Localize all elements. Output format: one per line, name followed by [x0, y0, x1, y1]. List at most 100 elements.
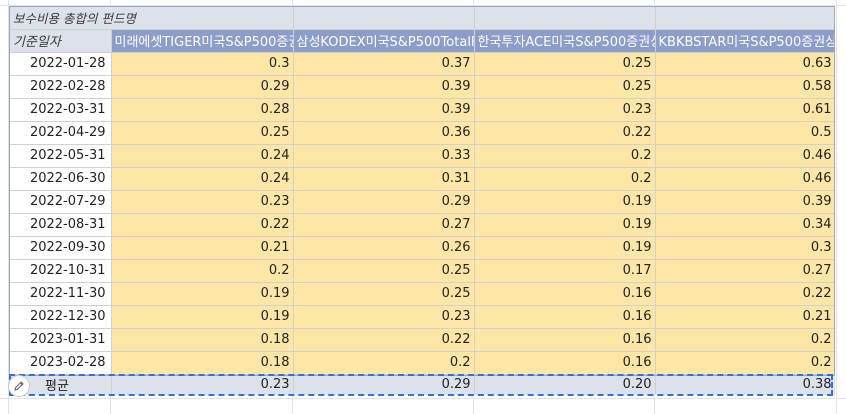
date-cell[interactable]: 2022-03-31 [9, 98, 112, 122]
value-cell[interactable]: 0.25 [474, 52, 656, 76]
date-cell[interactable]: 2022-01-28 [9, 52, 112, 76]
value-cell[interactable]: 0.63 [655, 52, 835, 76]
value-cell[interactable]: 0.16 [474, 282, 656, 306]
pivot-header-row: 기준일자 미래에셋TIGER미국S&P500증권상장지수투자신탁(주식) 삼성K… [9, 29, 835, 53]
value-cell[interactable]: 0.24 [111, 167, 294, 191]
value-cell[interactable]: 0.27 [293, 213, 475, 237]
fund-header-3[interactable]: 한국투자ACE미국S&P500증권상장지수투자신탁(주식) [474, 29, 656, 53]
value-cell[interactable]: 0.22 [474, 121, 656, 145]
value-cell[interactable]: 0.16 [474, 351, 656, 375]
value-cell[interactable]: 0.23 [111, 190, 294, 214]
value-cell[interactable]: 0.61 [655, 98, 835, 122]
value-cell[interactable]: 0.17 [474, 259, 656, 283]
value-cell[interactable]: 0.23 [293, 305, 475, 329]
value-cell[interactable]: 0.31 [293, 167, 475, 191]
table-row: 2022-09-30 0.21 0.26 0.19 0.3 [9, 236, 835, 260]
table-row: 2022-10-31 0.2 0.25 0.17 0.27 [9, 259, 835, 283]
grid-line [836, 0, 837, 414]
value-cell[interactable]: 0.2 [474, 167, 656, 191]
value-cell[interactable]: 0.22 [111, 213, 294, 237]
value-cell[interactable]: 0.34 [655, 213, 835, 237]
spreadsheet: 보수비용 총합의 펀드명 기준일자 미래에셋TIGER미국S&P500증권상장지… [0, 0, 846, 414]
date-cell[interactable]: 2022-10-31 [9, 259, 112, 283]
value-cell[interactable]: 0.16 [474, 305, 656, 329]
value-cell[interactable]: 0.27 [655, 259, 835, 283]
value-cell[interactable]: 0.21 [111, 236, 294, 260]
date-cell[interactable]: 2022-05-31 [9, 144, 112, 168]
table-row: 2023-02-28 0.18 0.2 0.16 0.2 [9, 351, 835, 375]
value-cell[interactable]: 0.18 [111, 328, 294, 352]
date-cell[interactable]: 2022-06-30 [9, 167, 112, 191]
value-cell[interactable]: 0.18 [111, 351, 294, 375]
edit-button[interactable] [8, 375, 30, 397]
date-cell[interactable]: 2022-09-30 [9, 236, 112, 260]
average-value[interactable]: 0.23 [111, 374, 294, 395]
table-row: 2023-01-31 0.18 0.22 0.16 0.2 [9, 328, 835, 352]
date-cell[interactable]: 2022-12-30 [9, 305, 112, 329]
value-cell[interactable]: 0.2 [111, 259, 294, 283]
pencil-icon [13, 380, 25, 392]
value-cell[interactable]: 0.19 [111, 305, 294, 329]
value-cell[interactable]: 0.2 [293, 351, 475, 375]
date-cell[interactable]: 2022-07-29 [9, 190, 112, 214]
value-cell[interactable]: 0.26 [293, 236, 475, 260]
value-cell[interactable]: 0.29 [293, 190, 475, 214]
title-row-cell[interactable] [474, 6, 656, 30]
value-cell[interactable]: 0.2 [655, 351, 835, 375]
value-cell[interactable]: 0.5 [655, 121, 835, 145]
value-cell[interactable]: 0.46 [655, 144, 835, 168]
date-cell[interactable]: 2023-01-31 [9, 328, 112, 352]
value-cell[interactable]: 0.19 [111, 282, 294, 306]
title-row-cell[interactable] [293, 6, 475, 30]
table-row: 2022-02-28 0.29 0.39 0.25 0.58 [9, 75, 835, 99]
value-cell[interactable]: 0.21 [655, 305, 835, 329]
value-cell[interactable]: 0.2 [655, 328, 835, 352]
average-value[interactable]: 0.29 [293, 374, 475, 395]
table-row: 2022-06-30 0.24 0.31 0.2 0.46 [9, 167, 835, 191]
table-row: 2022-07-29 0.23 0.29 0.19 0.39 [9, 190, 835, 214]
value-cell[interactable]: 0.46 [655, 167, 835, 191]
value-cell[interactable]: 0.2 [474, 144, 656, 168]
value-cell[interactable]: 0.37 [293, 52, 475, 76]
value-cell[interactable]: 0.3 [655, 236, 835, 260]
fund-header-1[interactable]: 미래에셋TIGER미국S&P500증권상장지수투자신탁(주식) [111, 29, 294, 53]
title-row-cell[interactable] [655, 6, 835, 30]
date-cell[interactable]: 2022-02-28 [9, 75, 112, 99]
value-cell[interactable]: 0.19 [474, 213, 656, 237]
average-value[interactable]: 0.38 [655, 374, 835, 395]
date-cell[interactable]: 2022-08-31 [9, 213, 112, 237]
fund-header-4[interactable]: KBKBSTAR미국S&P500증권상장지수투자신탁(주식) [655, 29, 835, 53]
value-cell[interactable]: 0.25 [474, 75, 656, 99]
value-cell[interactable]: 0.36 [293, 121, 475, 145]
date-column-header[interactable]: 기준일자 [9, 29, 112, 53]
pivot-value-title[interactable]: 보수비용 총합의 펀드명 [9, 6, 294, 30]
value-cell[interactable]: 0.19 [474, 236, 656, 260]
value-cell[interactable]: 0.29 [111, 75, 294, 99]
value-cell[interactable]: 0.22 [293, 328, 475, 352]
average-value[interactable]: 0.20 [474, 374, 656, 395]
pivot-table-grid: 보수비용 총합의 펀드명 기준일자 미래에셋TIGER미국S&P500증권상장지… [9, 6, 835, 395]
date-cell[interactable]: 2022-11-30 [9, 282, 112, 306]
value-cell[interactable]: 0.25 [293, 282, 475, 306]
value-cell[interactable]: 0.22 [655, 282, 835, 306]
date-cell[interactable]: 2022-04-29 [9, 121, 112, 145]
value-cell[interactable]: 0.39 [655, 190, 835, 214]
table-row: 2022-03-31 0.28 0.39 0.23 0.61 [9, 98, 835, 122]
fund-header-2[interactable]: 삼성KODEX미국S&P500TotalReturn증권상장지수투자신탁(주식) [293, 29, 475, 53]
value-cell[interactable]: 0.19 [474, 190, 656, 214]
value-cell[interactable]: 0.3 [111, 52, 294, 76]
pivot-table: 보수비용 총합의 펀드명 기준일자 미래에셋TIGER미국S&P500증권상장지… [9, 6, 835, 398]
value-cell[interactable]: 0.39 [293, 98, 475, 122]
value-cell[interactable]: 0.25 [293, 259, 475, 283]
value-cell[interactable]: 0.28 [111, 98, 294, 122]
pivot-title-row: 보수비용 총합의 펀드명 [9, 6, 835, 30]
value-cell[interactable]: 0.58 [655, 75, 835, 99]
value-cell[interactable]: 0.16 [474, 328, 656, 352]
date-cell[interactable]: 2023-02-28 [9, 351, 112, 375]
value-cell[interactable]: 0.25 [111, 121, 294, 145]
value-cell[interactable]: 0.23 [474, 98, 656, 122]
value-cell[interactable]: 0.24 [111, 144, 294, 168]
table-row: 2022-11-30 0.19 0.25 0.16 0.22 [9, 282, 835, 306]
value-cell[interactable]: 0.33 [293, 144, 475, 168]
value-cell[interactable]: 0.39 [293, 75, 475, 99]
